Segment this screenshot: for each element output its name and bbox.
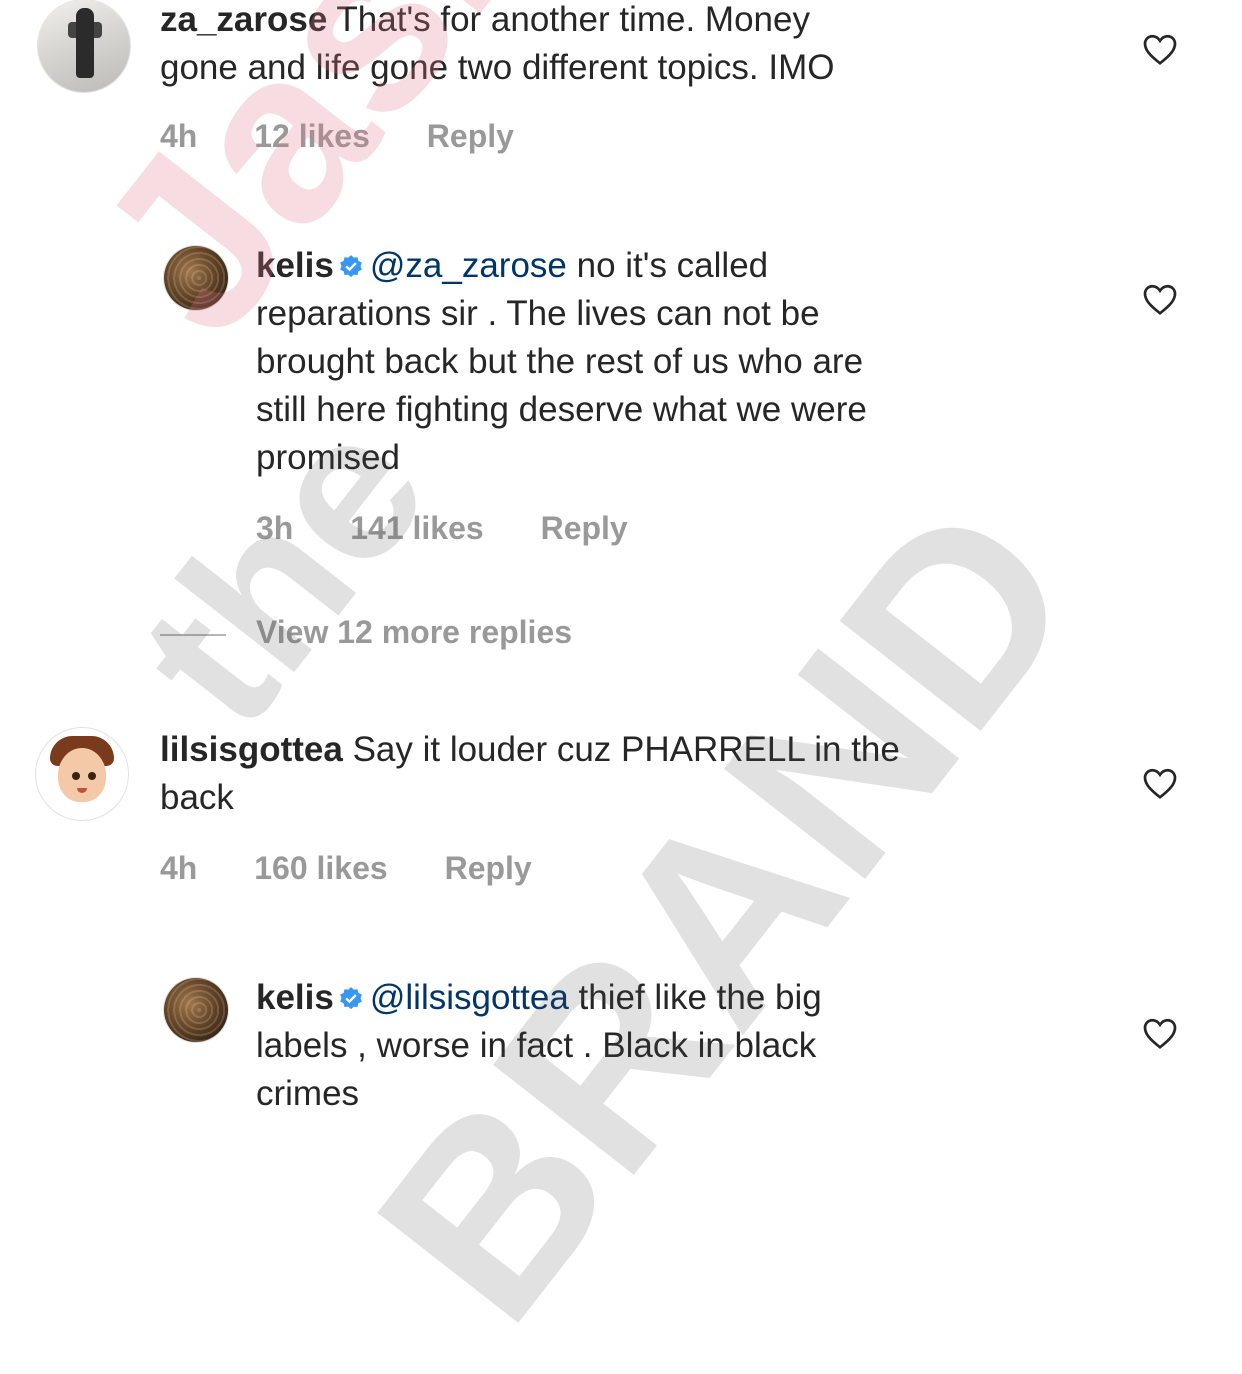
heart-icon[interactable]	[1142, 282, 1178, 316]
heart-icon[interactable]	[1142, 1016, 1178, 1050]
avatar-lilsisgottea[interactable]	[36, 728, 128, 820]
username[interactable]: lilsisgottea	[160, 730, 343, 769]
timestamp: 4h	[160, 118, 198, 154]
reply-button[interactable]: Reply	[541, 510, 628, 546]
avatar-kelis[interactable]	[164, 978, 228, 1042]
timestamp: 4h	[160, 850, 198, 886]
comment-text: kelis @za_zarose no it's called reparatio…	[256, 246, 867, 477]
heart-icon[interactable]	[1142, 32, 1178, 66]
comment-text: kelis @lilsisgottea thief like the big la…	[256, 978, 822, 1113]
likes-count[interactable]: 12 likes	[254, 118, 370, 154]
verified-badge-icon	[340, 987, 362, 1010]
likes-count[interactable]: 160 likes	[254, 850, 387, 886]
view-more-replies-button[interactable]: View 12 more replies	[160, 614, 572, 651]
comment-meta: 4h 12 likes Reply	[160, 118, 562, 155]
comment-meta: 3h 141 likes Reply	[256, 510, 676, 547]
username[interactable]: kelis	[256, 978, 334, 1017]
avatar-za-zarose[interactable]	[38, 0, 130, 92]
mention-link[interactable]: @lilsisgottea	[370, 978, 569, 1017]
heart-icon[interactable]	[1142, 766, 1178, 800]
comment-text: za_zarose That's for another time. Money…	[160, 0, 835, 87]
avatar-kelis[interactable]	[164, 246, 228, 310]
comment-meta: 4h 160 likes Reply	[160, 850, 580, 887]
reply-button[interactable]: Reply	[427, 118, 514, 154]
mention-link[interactable]: @za_zarose	[370, 246, 567, 285]
watermark-text-brand: BRAND	[323, 452, 1130, 1372]
verified-badge-icon	[340, 255, 362, 278]
comment-text: lilsisgottea Say it louder cuz PHARRELL …	[160, 730, 900, 817]
divider-line	[160, 633, 226, 636]
likes-count[interactable]: 141 likes	[350, 510, 483, 546]
timestamp: 3h	[256, 510, 294, 546]
username[interactable]: za_zarose	[160, 0, 327, 39]
username[interactable]: kelis	[256, 246, 334, 285]
reply-button[interactable]: Reply	[445, 850, 532, 886]
